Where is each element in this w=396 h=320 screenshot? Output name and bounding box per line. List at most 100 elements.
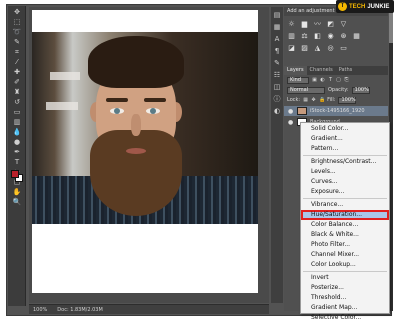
menu-item-posterize[interactable]: Posterize... (301, 283, 389, 293)
menu-item-exposure[interactable]: Exposure... (301, 187, 389, 197)
color-balance-icon[interactable]: ⚖ (300, 32, 309, 41)
eye (146, 108, 160, 114)
background-light (46, 102, 78, 110)
menu-item-channel-mixer[interactable]: Channel Mixer... (301, 250, 389, 260)
color-lookup-icon[interactable]: ▦ (352, 32, 361, 41)
type-tool-icon[interactable]: T (12, 158, 22, 166)
opacity-input[interactable]: 100% (351, 86, 370, 94)
nose (131, 114, 141, 136)
levels-icon[interactable]: ▆ (300, 20, 309, 29)
zoom-level[interactable]: 100% (33, 307, 47, 313)
doc-size: Doc: 1.83M/2.03M (57, 306, 103, 313)
channel-mixer-icon[interactable]: ⊛ (339, 32, 348, 41)
menu-item-selective-color[interactable]: Selective Color... (301, 313, 389, 320)
fill-input[interactable]: 100% (338, 96, 357, 104)
character-icon[interactable]: A (273, 35, 281, 43)
gradient-map-icon[interactable]: ▭ (339, 44, 348, 53)
eyedropper-tool-icon[interactable]: ⁄ (12, 58, 22, 66)
history-icon[interactable]: ▤ (273, 11, 281, 19)
menu-item-hue-saturation[interactable]: Hue/Saturation... (301, 210, 389, 220)
clone-source-icon[interactable]: ☷ (273, 71, 281, 79)
marquee-tool-icon[interactable]: ⬚ (12, 18, 22, 26)
photo-filter-icon[interactable]: ◉ (326, 32, 335, 41)
hue-saturation-icon[interactable]: ▥ (287, 32, 296, 41)
lock-label: Lock: (287, 97, 301, 103)
menu-item-threshold[interactable]: Threshold... (301, 293, 389, 303)
brand-suffix: JUNKIE (367, 3, 390, 10)
dodge-tool-icon[interactable]: ● (12, 138, 22, 146)
layer-thumbnail (297, 107, 307, 115)
tools-panel: ✥ ⬚ ➰ ✎ ⌗ ⁄ ✚ ✐ ♜ ↺ ▭ ▥ 💧 ● ✒ T ➤ ▢ ✋ 🔍 (8, 6, 26, 306)
pen-tool-icon[interactable]: ✒ (12, 148, 22, 156)
menu-item-levels[interactable]: Levels... (301, 167, 389, 177)
lock-all-icon[interactable]: 🔒 (319, 97, 325, 103)
eraser-tool-icon[interactable]: ▭ (12, 108, 22, 116)
posterize-icon[interactable]: ▨ (300, 44, 309, 53)
lock-row: Lock: ▦ ✥ 🔒 Fill: 100% (284, 95, 388, 105)
layer-row[interactable]: ● iStock-1495166_1920 (284, 106, 388, 116)
vibrance-icon[interactable]: ▽ (339, 20, 348, 29)
crop-tool-icon[interactable]: ⌗ (12, 48, 22, 56)
blur-tool-icon[interactable]: 💧 (12, 128, 22, 136)
visibility-eye-icon[interactable]: ● (288, 119, 294, 126)
gradient-tool-icon[interactable]: ▥ (12, 118, 22, 126)
scrollbar-thumb[interactable] (389, 13, 393, 43)
kind-filter[interactable]: Kind (287, 76, 309, 84)
eyebrow (106, 98, 128, 102)
menu-item-photo-filter[interactable]: Photo Filter... (301, 240, 389, 250)
brightness-icon[interactable]: ☼ (287, 20, 296, 29)
info-icon[interactable]: ⓘ (273, 95, 281, 103)
quick-select-tool-icon[interactable]: ✎ (12, 38, 22, 46)
lock-pixels-icon[interactable]: ▦ (303, 97, 308, 103)
menu-item-gradient-map[interactable]: Gradient Map... (301, 303, 389, 313)
shape-filter-icon[interactable]: ▢ (336, 77, 341, 83)
hand-tool-icon[interactable]: ✋ (12, 188, 22, 196)
menu-item-gradient[interactable]: Gradient... (301, 134, 389, 144)
lasso-tool-icon[interactable]: ➰ (12, 28, 22, 36)
menu-item-black-white[interactable]: Black & White... (301, 230, 389, 240)
threshold-icon[interactable]: ◮ (313, 44, 322, 53)
techjunkie-logo: T TECH JUNKIE (336, 0, 394, 13)
menu-item-invert[interactable]: Invert (301, 273, 389, 283)
layer-comps-icon[interactable]: ◫ (273, 83, 281, 91)
stamp-tool-icon[interactable]: ♜ (12, 88, 22, 96)
lock-position-icon[interactable]: ✥ (311, 97, 316, 103)
tab-layers[interactable]: Layers (284, 66, 307, 75)
brush-settings-icon[interactable]: ✎ (273, 59, 281, 67)
black-white-icon[interactable]: ◧ (313, 32, 322, 41)
smart-object-filter-icon[interactable]: ⎘ (344, 77, 349, 83)
paragraph-icon[interactable]: ¶ (273, 47, 281, 55)
visibility-eye-icon[interactable]: ● (288, 108, 294, 115)
type-filter-icon[interactable]: T (328, 77, 333, 83)
blend-mode-select[interactable]: Normal (287, 86, 325, 94)
menu-item-brightness-contrast[interactable]: Brightness/Contrast... (301, 157, 389, 167)
tab-channels[interactable]: Channels (307, 66, 336, 75)
adjustment-filter-icon[interactable]: ◐ (320, 77, 325, 83)
invert-icon[interactable]: ◪ (287, 44, 296, 53)
fill-label: Fill: (327, 97, 336, 103)
adjustments-grid: ☼ ▆ 〰 ◩ ▽ ▥ ⚖ ◧ ◉ ⊛ ▦ ◪ ▨ ◮ ◎ ▭ (284, 16, 388, 58)
curves-icon[interactable]: 〰 (313, 20, 322, 29)
menu-item-curves[interactable]: Curves... (301, 177, 389, 187)
move-tool-icon[interactable]: ✥ (12, 8, 22, 16)
history-brush-tool-icon[interactable]: ↺ (12, 98, 22, 106)
menu-item-color-balance[interactable]: Color Balance... (301, 220, 389, 230)
brush-tool-icon[interactable]: ✐ (12, 78, 22, 86)
pixel-filter-icon[interactable]: ▣ (312, 77, 317, 83)
foreground-color-swatch[interactable] (11, 170, 19, 178)
tab-paths[interactable]: Paths (336, 66, 356, 75)
color-icon[interactable]: ◐ (273, 107, 281, 115)
menu-item-solid-color[interactable]: Solid Color... (301, 124, 389, 134)
menu-item-pattern[interactable]: Pattern... (301, 144, 389, 154)
eyebrow (144, 98, 166, 102)
menu-item-color-lookup[interactable]: Color Lookup... (301, 260, 389, 270)
healing-tool-icon[interactable]: ✚ (12, 68, 22, 76)
menu-item-vibrance[interactable]: Vibrance... (301, 200, 389, 210)
properties-icon[interactable]: ▦ (273, 23, 281, 31)
selective-color-icon[interactable]: ◎ (326, 44, 335, 53)
menu-separator (303, 271, 387, 272)
beard (90, 130, 182, 216)
zoom-tool-icon[interactable]: 🔍 (12, 198, 22, 206)
exposure-icon[interactable]: ◩ (326, 20, 335, 29)
document-canvas[interactable] (29, 7, 269, 303)
